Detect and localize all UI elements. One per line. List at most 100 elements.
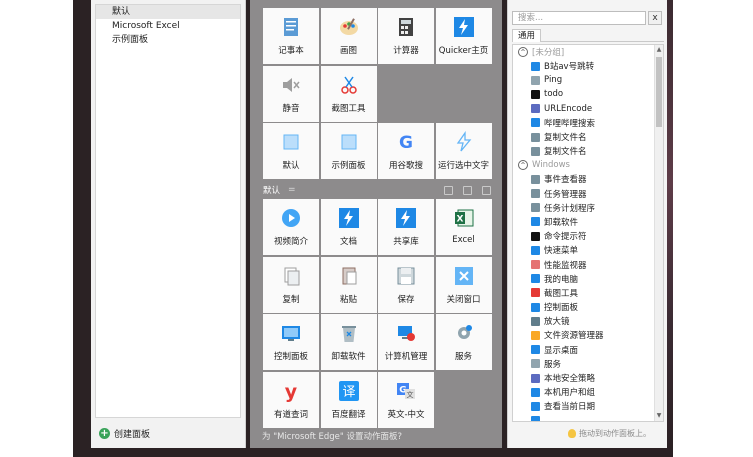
action-tile-label: 控制面板 bbox=[273, 352, 308, 362]
command-label: 快速菜单 bbox=[544, 246, 579, 257]
drag-hint: 拖动到动作面板上。 bbox=[568, 428, 651, 439]
action-tile[interactable]: 运行选中文字 bbox=[435, 123, 492, 179]
command-item[interactable]: 截图工具 bbox=[513, 286, 663, 300]
action-tile-label: 静音 bbox=[282, 103, 300, 114]
action-tile[interactable]: 控制面板 bbox=[263, 314, 319, 370]
set-panel-prompt[interactable]: 为 "Microsoft Edge" 设置动作面板? bbox=[262, 430, 402, 442]
action-tile[interactable]: 服务 bbox=[435, 314, 492, 370]
panel-list-item[interactable]: 默认 bbox=[96, 5, 240, 19]
action-tile[interactable]: 计算机管理 bbox=[378, 314, 434, 370]
action-tile[interactable]: G 用谷歌搜 bbox=[378, 123, 434, 179]
action-tile-label: 截图工具 bbox=[331, 103, 366, 114]
command-item[interactable]: 任务计划程序 bbox=[513, 201, 663, 215]
action-tile[interactable]: G 文英文-中文 bbox=[378, 371, 434, 428]
command-label: 卸载软件 bbox=[544, 217, 579, 228]
command-item[interactable]: 哔哩哔哩搜索 bbox=[513, 116, 663, 130]
command-icon bbox=[531, 245, 540, 255]
collapse-icon[interactable]: ^ bbox=[518, 160, 528, 171]
scrollbar[interactable]: ▲ ▼ bbox=[654, 45, 663, 421]
command-item[interactable]: 性能监视器 bbox=[513, 257, 663, 271]
action-tile-label: 文档 bbox=[339, 237, 357, 247]
command-library-window: 搜索... x 通用 ^ [未分组] B站av号跳转 Ping todo URLEncod… bbox=[507, 0, 667, 448]
action-tile[interactable]: 视频简介 bbox=[263, 199, 319, 255]
command-item[interactable]: 本机用户和组 bbox=[513, 385, 663, 399]
action-tile[interactable]: 共享库 bbox=[378, 199, 434, 255]
drag-handle-icon[interactable]: = bbox=[288, 185, 296, 195]
command-item[interactable]: 快速菜单 bbox=[513, 243, 663, 257]
command-icon bbox=[531, 416, 540, 421]
action-tile[interactable]: 复制 bbox=[263, 256, 319, 313]
copy-section-icon[interactable] bbox=[444, 185, 453, 195]
panel-icon bbox=[338, 131, 360, 153]
save-section-icon[interactable] bbox=[463, 185, 472, 195]
action-tile[interactable]: 保存 bbox=[378, 256, 434, 313]
command-item[interactable]: URLEncode bbox=[513, 102, 663, 116]
action-tile[interactable]: Quicker主页 bbox=[435, 8, 492, 64]
command-icon bbox=[531, 75, 540, 85]
action-tile[interactable]: 关闭窗口 bbox=[435, 256, 492, 313]
action-tile[interactable]: 记事本 bbox=[263, 8, 319, 64]
clear-search-button[interactable]: x bbox=[648, 11, 662, 25]
command-item[interactable]: 显示桌面 bbox=[513, 343, 663, 357]
command-label: 控制面板 bbox=[544, 303, 579, 314]
command-icon bbox=[531, 104, 540, 114]
search-input[interactable]: 搜索... bbox=[512, 11, 646, 25]
action-tile[interactable]: y 有道查词 bbox=[263, 371, 319, 428]
action-tile[interactable]: 译百度翻译 bbox=[320, 371, 377, 428]
action-tile[interactable]: 卸载软件 bbox=[320, 314, 377, 370]
command-item[interactable]: 服务 bbox=[513, 357, 663, 371]
tab-general[interactable]: 通用 bbox=[512, 29, 542, 42]
paste-icon bbox=[338, 265, 360, 287]
scroll-thumb[interactable] bbox=[656, 57, 662, 127]
plus-icon: + bbox=[99, 427, 110, 439]
action-tile[interactable]: 示例面板 bbox=[320, 123, 377, 179]
action-tile[interactable]: X Excel bbox=[435, 199, 492, 255]
tab-bar: 通用 bbox=[512, 29, 664, 42]
collapse-icon[interactable]: ^ bbox=[518, 47, 528, 57]
action-tile-label: 关闭窗口 bbox=[446, 294, 481, 305]
command-item[interactable]: B站av号跳转 bbox=[513, 59, 663, 73]
command-label: 服务 bbox=[544, 359, 562, 370]
panel-list-item[interactable]: Microsoft Excel bbox=[96, 19, 240, 33]
command-item[interactable]: 我的电脑 bbox=[513, 272, 663, 286]
action-tile[interactable]: 画图 bbox=[320, 8, 377, 64]
command-group-name: Windows bbox=[532, 160, 570, 171]
command-item[interactable]: 放大镜 bbox=[513, 314, 663, 328]
command-item[interactable]: 事件查看器 bbox=[513, 172, 663, 186]
command-icon bbox=[531, 231, 540, 241]
excel-icon: X bbox=[453, 207, 475, 229]
command-item[interactable]: 查看当前日期 bbox=[513, 399, 663, 413]
action-tile-label: 复制 bbox=[282, 294, 300, 305]
action-tile[interactable]: 粘贴 bbox=[320, 256, 377, 313]
scroll-down-icon[interactable]: ▼ bbox=[655, 411, 663, 421]
action-tile[interactable]: 计算器 bbox=[378, 8, 434, 64]
command-icon bbox=[531, 203, 540, 213]
panel-list-item[interactable]: 示例面板 bbox=[96, 33, 240, 47]
svg-text:G: G bbox=[399, 133, 413, 153]
action-tile[interactable]: 静音 bbox=[263, 65, 319, 122]
action-tile[interactable]: 截图工具 bbox=[320, 65, 377, 122]
command-item[interactable]: 复制文件名 bbox=[513, 144, 663, 158]
command-item[interactable]: 命令提示符 bbox=[513, 229, 663, 243]
scroll-up-icon[interactable]: ▲ bbox=[655, 45, 663, 55]
command-icon bbox=[531, 373, 540, 383]
action-tile[interactable]: 文档 bbox=[320, 199, 377, 255]
command-group-header[interactable]: ^ [未分组] bbox=[513, 45, 663, 59]
command-item[interactable]: 本地安全策略 bbox=[513, 371, 663, 385]
command-item[interactable]: 复制文件名 bbox=[513, 130, 663, 144]
command-item[interactable]: 卸载软件 bbox=[513, 215, 663, 229]
panel-icon bbox=[280, 131, 302, 153]
action-tile-label: 卸载软件 bbox=[331, 352, 366, 362]
svg-text:译: 译 bbox=[342, 385, 355, 400]
close-section-icon[interactable] bbox=[482, 185, 491, 195]
command-item[interactable]: 文件资源管理器 bbox=[513, 328, 663, 342]
command-item[interactable]: Ping bbox=[513, 73, 663, 87]
command-group-header[interactable]: ^ Windows bbox=[513, 158, 663, 172]
command-item[interactable]: todo bbox=[513, 87, 663, 101]
command-item[interactable]: 任务管理器 bbox=[513, 187, 663, 201]
command-item[interactable]: 控制面板 bbox=[513, 300, 663, 314]
action-tile[interactable]: 默认 bbox=[263, 123, 319, 179]
command-icon bbox=[531, 345, 540, 355]
create-panel-button[interactable]: + 创建面板 bbox=[99, 426, 150, 440]
command-item[interactable]: ... bbox=[513, 414, 663, 421]
